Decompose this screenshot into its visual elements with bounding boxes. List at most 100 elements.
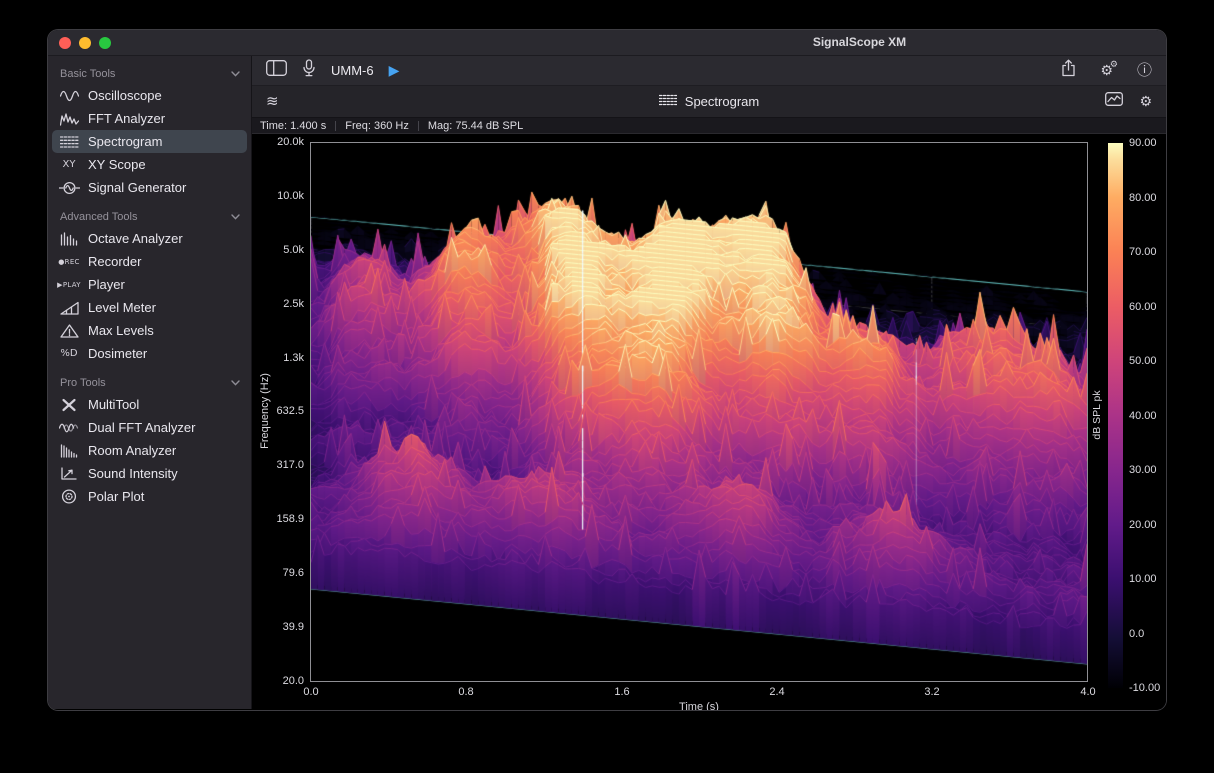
sidebar-item-level-meter[interactable]: Level Meter [52, 296, 247, 319]
chevron-down-icon[interactable] [231, 71, 240, 77]
toolbar: UMM-6 ▶ ⚙⚙ ⓘ [252, 56, 1166, 86]
y-axis-ticks: 20.0k10.0k 5.0k2.5k 1.3k632.5 317.0158.9… [252, 137, 304, 687]
plot-region: Frequency (Hz) 20.0k10.0k 5.0k2.5k 1.3k6… [252, 134, 1166, 709]
chevron-down-icon[interactable] [231, 214, 240, 220]
sidebar-item-label: Player [88, 277, 125, 292]
sidebar-item-label: Dual FFT Analyzer [88, 420, 195, 435]
recorder-icon: ●REC [57, 258, 81, 266]
spectrogram-title-icon [659, 94, 677, 109]
section-label: Advanced Tools [60, 211, 137, 223]
sidebar: Basic Tools Oscilloscope FFT Analyz [48, 56, 252, 709]
sidebar-item-label: Octave Analyzer [88, 231, 183, 246]
window-title: SignalScope XM [553, 30, 1166, 56]
sidebar-item-octave-analyzer[interactable]: Octave Analyzer [52, 227, 247, 250]
sidebar-item-xy-scope[interactable]: XY XY Scope [52, 153, 247, 176]
cursor-time: Time: 1.400 s [260, 120, 326, 132]
titlebar: SignalScope XM [48, 30, 1166, 56]
close-button[interactable] [59, 37, 71, 49]
x-tick: 3.2 [924, 686, 939, 698]
sidebar-item-sound-intensity[interactable]: Sound Intensity [52, 462, 247, 485]
sidebar-item-dual-fft-analyzer[interactable]: Dual FFT Analyzer [52, 416, 247, 439]
x-tick: 4.0 [1080, 686, 1095, 698]
sidebar-item-label: Recorder [88, 254, 141, 269]
x-tick: 0.8 [458, 686, 473, 698]
sidebar-item-label: MultiTool [88, 397, 139, 412]
divider [418, 121, 419, 131]
sidebar-section-advanced-tools: Advanced Tools Octave Analyzer ●REC Reco… [48, 206, 251, 365]
cursor-status-bar: Time: 1.400 s Freq: 360 Hz Mag: 75.44 dB… [252, 118, 1166, 134]
waterfall-view-icon[interactable]: ≋ [266, 94, 279, 109]
sidebar-item-recorder[interactable]: ●REC Recorder [52, 250, 247, 273]
dosimeter-icon: %D [57, 348, 81, 359]
settings-gears-icon[interactable]: ⚙⚙ [1100, 64, 1113, 78]
xy-scope-icon: XY [57, 159, 81, 170]
sidebar-item-room-analyzer[interactable]: Room Analyzer [52, 439, 247, 462]
chart-view-icon[interactable] [1105, 92, 1123, 111]
level-meter-icon [57, 301, 81, 315]
app-window: SignalScope XM Basic Tools Oscilloscope [48, 30, 1166, 710]
sidebar-item-fft-analyzer[interactable]: FFT Analyzer [52, 107, 247, 130]
section-header-advanced-tools[interactable]: Advanced Tools [48, 206, 251, 227]
colorbar-ticks: 90.0080.00 70.0060.00 50.0040.00 30.0020… [1129, 138, 1166, 694]
sidebar-item-multitool[interactable]: MultiTool [52, 393, 247, 416]
x-tick: 1.6 [614, 686, 629, 698]
sidebar-item-label: Polar Plot [88, 489, 144, 504]
device-label[interactable]: UMM-6 [331, 63, 374, 78]
sidebar-item-label: Max Levels [88, 323, 154, 338]
sidebar-item-label: Oscilloscope [88, 88, 162, 103]
sidebar-item-max-levels[interactable]: Max Levels [52, 319, 247, 342]
share-icon[interactable] [1061, 59, 1076, 82]
view-toolbar: ≋ Spectrogram ⚙ [252, 86, 1166, 118]
chevron-down-icon[interactable] [231, 380, 240, 386]
multitool-icon [57, 398, 81, 412]
zoom-button[interactable] [99, 37, 111, 49]
sidebar-item-label: Dosimeter [88, 346, 147, 361]
sidebar-item-polar-plot[interactable]: Polar Plot [52, 485, 247, 508]
sound-intensity-icon [57, 467, 81, 481]
cursor-mag: Mag: 75.44 dB SPL [428, 120, 523, 132]
spectrogram-icon [57, 135, 81, 149]
player-icon: ▶PLAY [57, 281, 81, 289]
room-analyzer-icon [57, 444, 81, 458]
x-tick: 2.4 [769, 686, 784, 698]
dual-fft-icon [57, 421, 81, 435]
polar-plot-icon [57, 489, 81, 504]
section-label: Pro Tools [60, 377, 106, 389]
sidebar-item-spectrogram[interactable]: Spectrogram [52, 130, 247, 153]
octave-analyzer-icon [57, 232, 81, 246]
section-label: Basic Tools [60, 68, 115, 80]
desktop: SignalScope XM Basic Tools Oscilloscope [0, 0, 1214, 773]
sidebar-item-label: Sound Intensity [88, 466, 178, 481]
view-title: Spectrogram [685, 94, 759, 109]
colorbar [1108, 143, 1123, 688]
max-levels-icon [57, 324, 81, 338]
sidebar-section-pro-tools: Pro Tools MultiTool Dual FFT Analyz [48, 372, 251, 508]
gear-icon[interactable]: ⚙ [1139, 95, 1152, 109]
fft-analyzer-icon [57, 112, 81, 126]
play-button[interactable]: ▶ [389, 64, 400, 78]
section-header-pro-tools[interactable]: Pro Tools [48, 372, 251, 393]
cursor-freq: Freq: 360 Hz [345, 120, 409, 132]
sidebar-item-player[interactable]: ▶PLAY Player [52, 273, 247, 296]
section-header-basic-tools[interactable]: Basic Tools [48, 63, 251, 84]
oscilloscope-icon [57, 89, 81, 103]
sidebar-item-label: Signal Generator [88, 180, 186, 195]
waterfall-canvas[interactable] [311, 143, 1087, 681]
sidebar-toggle-button[interactable] [266, 60, 287, 81]
sidebar-item-oscilloscope[interactable]: Oscilloscope [52, 84, 247, 107]
microphone-icon[interactable] [302, 59, 316, 83]
info-icon[interactable]: ⓘ [1137, 63, 1152, 78]
sidebar-item-signal-generator[interactable]: Signal Generator [52, 176, 247, 199]
main-content: UMM-6 ▶ ⚙⚙ ⓘ ≋ [252, 56, 1166, 709]
minimize-button[interactable] [79, 37, 91, 49]
x-tick: 0.0 [303, 686, 318, 698]
sidebar-item-label: FFT Analyzer [88, 111, 165, 126]
colorbar-axis-label: dB SPL pk [1091, 390, 1103, 439]
sidebar-item-label: Level Meter [88, 300, 156, 315]
sidebar-item-dosimeter[interactable]: %D Dosimeter [52, 342, 247, 365]
x-axis-label: Time (s) [679, 701, 719, 710]
signal-generator-icon [57, 181, 81, 195]
traffic-lights [59, 37, 111, 49]
sidebar-item-label: Room Analyzer [88, 443, 176, 458]
sidebar-item-label: Spectrogram [88, 134, 162, 149]
